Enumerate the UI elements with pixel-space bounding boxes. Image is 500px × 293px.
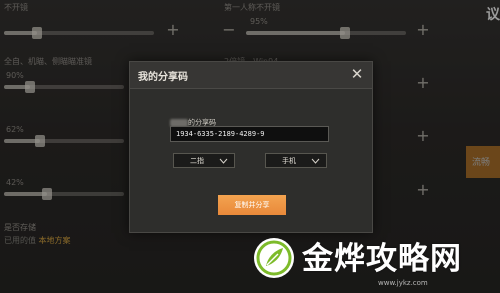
dialog-header: 我的分享码 ✕ — [130, 62, 372, 89]
watermark-url: www.jykz.com — [378, 279, 428, 287]
site-logo-icon — [252, 236, 296, 280]
watermark-text: 金烨攻略网 — [302, 241, 462, 277]
dialog-title: 我的分享码 — [138, 72, 188, 83]
device-dropdown[interactable]: 手机 — [265, 153, 327, 168]
scope-dropdown-value: 二指 — [190, 157, 204, 165]
share-code-label: 的分享码 — [170, 112, 216, 127]
device-dropdown-value: 手机 — [282, 157, 296, 165]
share-code-field[interactable]: 1934-6335-2189-4289-9 — [170, 126, 329, 142]
copy-and-share-button[interactable]: 复制并分享 — [218, 195, 286, 215]
share-code-dialog: 我的分享码 ✕ 的分享码 1934-6335-2189-4289-9 二指 手机… — [129, 61, 373, 233]
chevron-down-icon — [219, 154, 228, 170]
scope-dropdown[interactable]: 二指 — [173, 153, 235, 168]
chevron-down-icon — [311, 154, 320, 170]
close-icon[interactable]: ✕ — [348, 65, 366, 83]
